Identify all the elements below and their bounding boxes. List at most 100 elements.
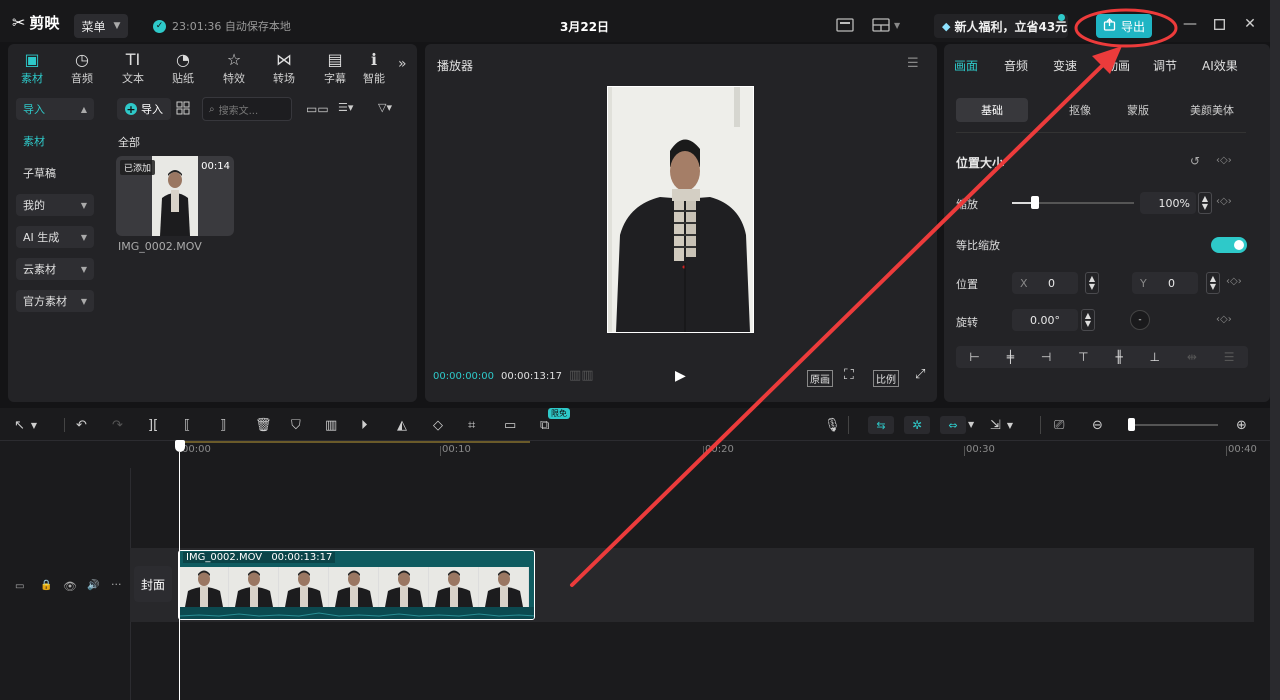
microphone-icon[interactable]: 🎙: [824, 416, 841, 434]
distribute-v-icon[interactable]: ☰: [1224, 350, 1235, 364]
tab-audio[interactable]: ◷ 音频: [58, 50, 106, 86]
smart-tool-icon[interactable]: ⧉: [540, 416, 549, 434]
split-left-icon[interactable]: ⟦: [184, 416, 190, 434]
undo-icon[interactable]: ↶: [76, 416, 87, 434]
tab-transition[interactable]: ⋈ 转场: [260, 50, 308, 86]
lock-icon[interactable]: 🔒: [40, 580, 52, 591]
scale-stepper[interactable]: ▲ ▼: [1198, 192, 1212, 214]
volume-icon[interactable]: 🔊: [87, 580, 99, 591]
rotation-stepper[interactable]: ▲ ▼: [1081, 309, 1095, 331]
crop-icon[interactable]: ⌗: [468, 416, 475, 434]
freeze-icon[interactable]: ▥: [325, 416, 337, 434]
export-button[interactable]: 导出: [1096, 14, 1152, 38]
close-icon[interactable]: ✕: [1240, 14, 1260, 34]
keyframe-icon[interactable]: ‹◇›: [1216, 196, 1232, 207]
marker-icon[interactable]: ⛉: [291, 416, 301, 434]
track-video-icon[interactable]: ▭: [15, 581, 24, 592]
sidebar-item-subdraft[interactable]: 子草稿: [16, 162, 94, 184]
position-y-stepper[interactable]: ▲ ▼: [1206, 272, 1220, 294]
tab-sticker[interactable]: ◔ 贴纸: [159, 50, 207, 86]
zoom-fit-icon[interactable]: ⎚: [1054, 416, 1064, 434]
rotation-dial[interactable]: -: [1130, 310, 1150, 330]
keyframe-icon[interactable]: ‹◇›: [1216, 155, 1232, 166]
keyframe-icon[interactable]: ‹◇›: [1216, 314, 1232, 325]
fit-screen-icon[interactable]: ⛶: [844, 367, 854, 383]
sidebar-item-official[interactable]: 官方素材 ▼: [16, 290, 94, 312]
select-tool-icon[interactable]: ↖ ▼: [14, 416, 37, 434]
tab-animation[interactable]: 动画: [1106, 57, 1130, 74]
reset-icon[interactable]: ↺: [1190, 154, 1200, 168]
tab-adjust[interactable]: 调节: [1153, 57, 1177, 74]
video-clip[interactable]: IMG_0002.MOV 00:00:13:17: [178, 550, 535, 620]
chevron-down-icon[interactable]: ▼: [968, 420, 974, 429]
subtab-mask[interactable]: 蒙版: [1110, 98, 1166, 122]
subtab-basic[interactable]: 基础: [956, 98, 1028, 122]
fullscreen-icon[interactable]: ⤢: [915, 367, 925, 382]
ratio-button[interactable]: 比例: [873, 370, 899, 387]
reverse-icon[interactable]: ⏵: [361, 416, 368, 434]
split-icon[interactable]: ][: [148, 416, 158, 434]
minimize-icon[interactable]: —: [1180, 14, 1200, 34]
uniform-scale-toggle[interactable]: [1211, 237, 1247, 253]
player-menu-icon[interactable]: ☰: [907, 56, 919, 71]
video-preview[interactable]: [607, 86, 754, 333]
rotation-input[interactable]: 0.00°: [1012, 309, 1078, 331]
promo-banner[interactable]: ◆ 新人福利，立省43元: [934, 14, 1068, 38]
main-track-magnet-icon[interactable]: ⇆: [868, 416, 894, 434]
auto-snap-icon[interactable]: ✲: [904, 416, 930, 434]
position-x-input[interactable]: X 0: [1012, 272, 1078, 294]
tab-effects[interactable]: ☆ 特效: [210, 50, 258, 86]
redo-icon[interactable]: ↷: [112, 416, 123, 434]
cover-button[interactable]: 封面: [134, 566, 172, 602]
align-center-v-icon[interactable]: ╫: [1115, 350, 1122, 364]
align-top-icon[interactable]: ⊤: [1078, 350, 1088, 364]
tab-smart[interactable]: ℹ 智能: [352, 50, 396, 86]
playhead-handle[interactable]: [175, 440, 185, 452]
keyframe-icon[interactable]: ‹◇›: [1226, 276, 1242, 287]
distribute-h-icon[interactable]: ⇹: [1187, 350, 1197, 364]
more-icon[interactable]: ···: [111, 578, 122, 591]
sidebar-item-ai-generate[interactable]: AI 生成 ▼: [16, 226, 94, 248]
position-y-input[interactable]: Y 0: [1132, 272, 1198, 294]
delete-icon[interactable]: 🗑: [255, 416, 272, 434]
search-input[interactable]: ⌕ 搜索文...: [202, 97, 292, 121]
scale-slider-handle[interactable]: [1031, 196, 1039, 209]
timecode-grid-icon[interactable]: ▥▥: [569, 368, 594, 383]
original-quality-button[interactable]: 原画: [807, 370, 833, 387]
zoom-in-icon[interactable]: ⊕: [1236, 416, 1247, 434]
tab-text[interactable]: TI 文本: [109, 50, 157, 86]
play-icon[interactable]: ▶: [675, 368, 686, 384]
subtab-beauty[interactable]: 美颜美体: [1180, 98, 1244, 122]
tab-media[interactable]: ▣ 素材: [8, 50, 56, 86]
preview-axis-icon[interactable]: ⇲ ▼: [990, 416, 1013, 434]
position-x-stepper[interactable]: ▲ ▼: [1085, 272, 1099, 294]
maximize-icon[interactable]: [1209, 14, 1229, 34]
align-bottom-icon[interactable]: ⊥: [1150, 350, 1160, 364]
grid-view-icon[interactable]: [176, 101, 190, 118]
tab-speed[interactable]: 变速: [1053, 57, 1077, 74]
view-mode-icon[interactable]: ▭▭: [306, 102, 329, 116]
zoom-out-icon[interactable]: ⊖: [1092, 416, 1103, 434]
more-tabs-icon[interactable]: »: [398, 56, 407, 72]
linkage-icon[interactable]: ⇔: [940, 416, 966, 434]
subtab-cutout[interactable]: 抠像: [1052, 98, 1108, 122]
align-left-icon[interactable]: ⊢: [969, 350, 979, 364]
sort-icon[interactable]: ☰▾: [338, 101, 353, 114]
zoom-slider-handle[interactable]: [1128, 418, 1135, 431]
tab-ai-effects[interactable]: AI效果: [1202, 57, 1238, 74]
menu-button[interactable]: 菜单 ▼: [74, 14, 128, 38]
split-right-icon[interactable]: ⟧: [220, 416, 226, 434]
sidebar-item-cloud[interactable]: 云素材 ▼: [16, 258, 94, 280]
rotate-icon[interactable]: ◇: [433, 416, 443, 434]
sidebar-item-import[interactable]: 导入 ▲: [16, 98, 94, 120]
eye-icon[interactable]: 👁: [63, 580, 77, 593]
auto-reframe-icon[interactable]: ▭: [504, 416, 516, 434]
sidebar-item-media[interactable]: 素材: [16, 130, 94, 152]
scale-input[interactable]: 100%: [1140, 192, 1196, 214]
tab-picture[interactable]: 画面: [954, 57, 978, 74]
align-center-h-icon[interactable]: ╪: [1007, 350, 1014, 364]
align-right-icon[interactable]: ⊣: [1041, 350, 1051, 364]
sidebar-item-mine[interactable]: 我的 ▼: [16, 194, 94, 216]
filter-icon[interactable]: ▽▾: [378, 101, 392, 114]
shortcut-icon[interactable]: [836, 14, 854, 36]
